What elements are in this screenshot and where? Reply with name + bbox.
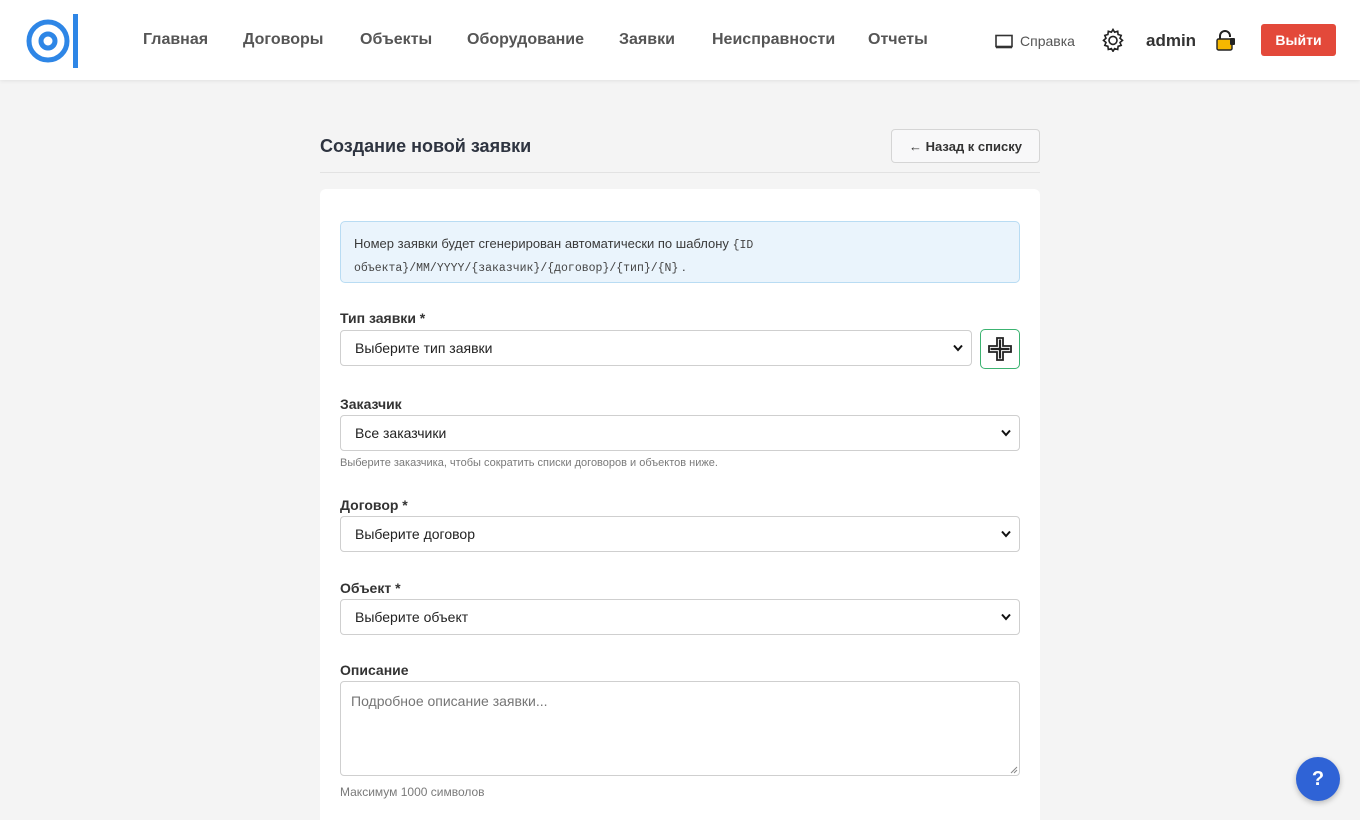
app-logo[interactable] [26,12,84,70]
page-title: Создание новой заявки [320,136,532,156]
top-header: Главная Договоры Объекты Оборудование За… [0,0,1360,80]
chevron-down-icon [1001,530,1011,538]
customer-hint: Выберите заказчика, чтобы сократить спис… [340,457,718,469]
chevron-down-icon [953,344,963,352]
object-select[interactable]: Выберите объект [340,599,1020,635]
nav-requests[interactable]: Заявки [619,31,675,49]
description-label: Описание [340,662,409,678]
lock-icon[interactable] [1215,30,1237,52]
add-request-type-button[interactable] [980,329,1020,369]
object-label: Объект * [340,580,401,596]
info-suffix: . [681,259,686,274]
description-hint: Максимум 1000 символов [340,785,485,799]
help-link[interactable]: Справка [995,32,1075,50]
chevron-down-icon [1001,613,1011,621]
customer-value: Все заказчики [355,425,447,441]
back-to-list-button[interactable]: ← Назад к списку [891,129,1040,163]
description-textarea[interactable] [340,681,1020,776]
nav-contracts[interactable]: Договоры [243,31,323,49]
logout-button[interactable]: Выйти [1261,24,1336,56]
user-name[interactable]: admin [1146,31,1196,51]
info-text: Номер заявки будет сгенерирован автомати… [354,236,729,251]
resize-grip-icon[interactable] [1010,766,1018,774]
request-type-label: Тип заявки * [340,310,426,326]
request-type-value: Выберите тип заявки [355,340,493,356]
object-value: Выберите объект [355,609,469,625]
request-type-select[interactable]: Выберите тип заявки [340,330,972,366]
customer-label: Заказчик [340,396,402,412]
title-divider [320,172,1040,173]
nav-home[interactable]: Главная [143,31,208,49]
help-fab-button[interactable]: ? [1296,757,1340,801]
customer-select[interactable]: Все заказчики [340,415,1020,451]
info-alert: Номер заявки будет сгенерирован автомати… [340,221,1020,283]
chevron-down-icon [1001,429,1011,437]
nav-reports[interactable]: Отчеты [868,31,928,49]
request-form-card: Номер заявки будет сгенерирован автомати… [320,189,1040,820]
help-label: Справка [1020,33,1075,49]
nav-objects[interactable]: Объекты [360,31,432,49]
contract-value: Выберите договор [355,526,475,542]
book-icon [995,34,1013,48]
gear-icon[interactable] [1101,28,1125,52]
contract-select[interactable]: Выберите договор [340,516,1020,552]
nav-equipment[interactable]: Оборудование [467,31,584,49]
nav-faults[interactable]: Неисправности [712,31,835,49]
contract-label: Договор * [340,497,408,513]
plus-icon [988,337,1012,361]
